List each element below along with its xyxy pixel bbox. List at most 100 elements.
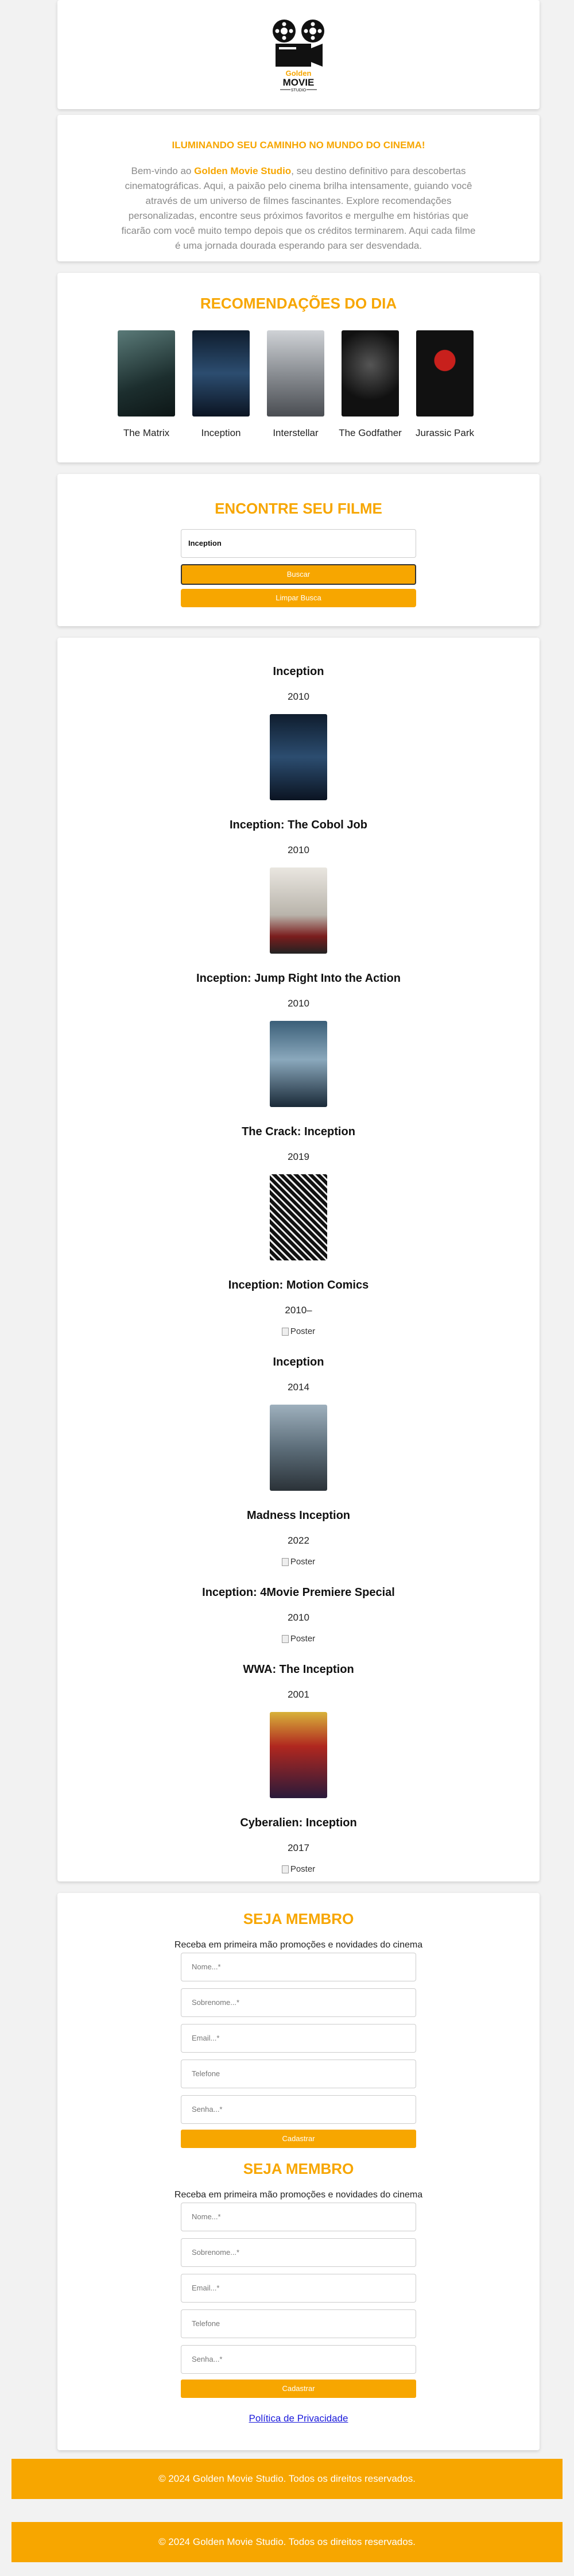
result-title: Inception: Motion Comics [228,1279,369,1291]
result-title: WWA: The Inception [243,1663,354,1676]
recommendations-heading: RECOMENDAÇÕES DO DIA [200,295,397,312]
search-input[interactable]: Inception [181,529,416,558]
result-year: 2010 [288,998,309,1009]
movie-camera-logo-icon: Golden MOVIE STUDIO [273,20,324,92]
poster-image [270,1405,327,1491]
brand-line1: Golden [286,69,312,78]
welcome-heading: ILUMINANDO SEU CAMINHO NO MUNDO DO CINEM… [172,140,425,151]
result-title: Cyberalien: Inception [240,1817,357,1829]
broken-poster: Poster [57,1864,540,1874]
email-field[interactable]: Email...* [181,2274,416,2303]
result-year: 2010 [288,844,309,855]
rec-item-interstellar[interactable]: Interstellar [264,330,327,439]
member-heading: SEJA MEMBRO [243,1910,354,1927]
result-item[interactable]: Madness Inception 2022 Poster [57,1509,540,1567]
rec-item-jurassic-park[interactable]: Jurassic Park [413,330,476,439]
footer: © 2024 Golden Movie Studio. Todos os dir… [11,2459,563,2499]
phone-field[interactable]: Telefone [181,2060,416,2088]
result-item[interactable]: Inception: Jump Right Into the Action 20… [57,972,540,1107]
member-section: SEJA MEMBRO Receba em primeira mão promo… [57,1893,540,2450]
rec-item-the-godfather[interactable]: The Godfather [339,330,402,439]
poster-image [192,330,250,417]
result-item[interactable]: The Crack: Inception 2019 [57,1125,540,1260]
search-heading: ENCONTRE SEU FILME [215,500,382,517]
rec-label: The Matrix [123,427,170,438]
result-title: Inception: Jump Right Into the Action [196,972,401,985]
clear-search-button[interactable]: Limpar Busca [181,589,416,607]
poster-image [416,330,474,417]
password-field[interactable]: Senha...* [181,2345,416,2374]
header: Golden MOVIE STUDIO [57,0,540,109]
result-year: 2019 [288,1151,309,1162]
result-year: 2010 [288,691,309,702]
welcome-text-before: Bem-vindo ao [131,165,195,176]
member-form: SEJA MEMBRO Receba em primeira mão promo… [57,2143,540,2398]
result-item[interactable]: Inception 2010 [57,665,540,800]
result-year: 2017 [288,1842,309,1853]
poster-image [270,1174,327,1260]
first-name-field[interactable]: Nome...* [181,2203,416,2231]
result-item[interactable]: Inception: 4Movie Premiere Special 2010 … [57,1586,540,1644]
welcome-text-after: , seu destino definitivo para descoberta… [121,165,476,251]
footer: © 2024 Golden Movie Studio. Todos os dir… [11,2522,563,2562]
broken-poster: Poster [57,1634,540,1644]
poster-alt-text: Poster [290,1864,316,1874]
poster-image [118,330,175,417]
welcome-brand-name: Golden Movie Studio [194,165,292,176]
poster-alt-text: Poster [290,1557,316,1567]
rec-label: Jurassic Park [415,427,475,438]
poster-image [270,714,327,800]
result-year: 2014 [288,1382,309,1393]
broken-image-icon [281,1557,289,1566]
result-year: 2010 [288,1612,309,1623]
broken-poster: Poster [57,1326,540,1336]
brand-line3: STUDIO [291,88,307,92]
rec-item-inception[interactable]: Inception [189,330,253,439]
result-item[interactable]: Cyberalien: Inception 2017 Poster [57,1817,540,1874]
register-button[interactable]: Cadastrar [181,2380,416,2398]
poster-alt-text: Poster [290,1326,316,1336]
result-item[interactable]: WWA: The Inception 2001 [57,1663,540,1798]
rec-label: The Godfather [339,427,402,438]
rec-item-the-matrix[interactable]: The Matrix [115,330,178,439]
poster-image [270,1712,327,1798]
result-item[interactable]: Inception: The Cobol Job 2010 [57,819,540,954]
result-title: The Crack: Inception [242,1125,355,1138]
member-heading: SEJA MEMBRO [243,2160,354,2177]
last-name-field[interactable]: Sobrenome...* [181,2238,416,2267]
result-item[interactable]: Inception: Motion Comics 2010– Poster [57,1279,540,1336]
result-title: Inception: 4Movie Premiere Special [202,1586,395,1599]
phone-field[interactable]: Telefone [181,2309,416,2338]
rec-label: Interstellar [273,427,319,438]
rec-label: Inception [201,427,241,438]
password-field[interactable]: Senha...* [181,2095,416,2124]
recommendations-section: RECOMENDAÇÕES DO DIA The Matrix Inceptio… [57,273,540,462]
poster-image [267,330,324,417]
poster-image [342,330,399,417]
result-item[interactable]: Inception 2014 [57,1356,540,1491]
poster-image [270,1021,327,1107]
search-section: ENCONTRE SEU FILME Inception Buscar Limp… [57,474,540,626]
welcome-text: Bem-vindo ao Golden Movie Studio, seu de… [118,164,479,253]
poster-image [270,867,327,954]
member-form: SEJA MEMBRO Receba em primeira mão promo… [57,1893,540,2148]
email-field[interactable]: Email...* [181,2024,416,2053]
broken-image-icon [281,1327,289,1336]
search-button[interactable]: Buscar [181,564,416,585]
privacy-policy-link[interactable]: Política de Privacidade [57,2413,540,2424]
first-name-field[interactable]: Nome...* [181,1953,416,1981]
broken-image-icon [281,1634,289,1643]
result-title: Madness Inception [246,1509,351,1522]
last-name-field[interactable]: Sobrenome...* [181,1988,416,2017]
search-results: Inception 2010 Inception: The Cobol Job … [57,638,540,1881]
member-subtitle: Receba em primeira mão promoções e novid… [174,2190,423,2200]
result-title: Inception [273,665,324,678]
welcome-section: ILUMINANDO SEU CAMINHO NO MUNDO DO CINEM… [57,115,540,261]
broken-image-icon [281,1865,289,1873]
broken-poster: Poster [57,1557,540,1567]
result-year: 2022 [288,1535,309,1546]
brand-line2: MOVIE [283,77,315,88]
result-year: 2001 [288,1689,309,1700]
poster-alt-text: Poster [290,1634,316,1644]
result-title: Inception [273,1356,324,1368]
